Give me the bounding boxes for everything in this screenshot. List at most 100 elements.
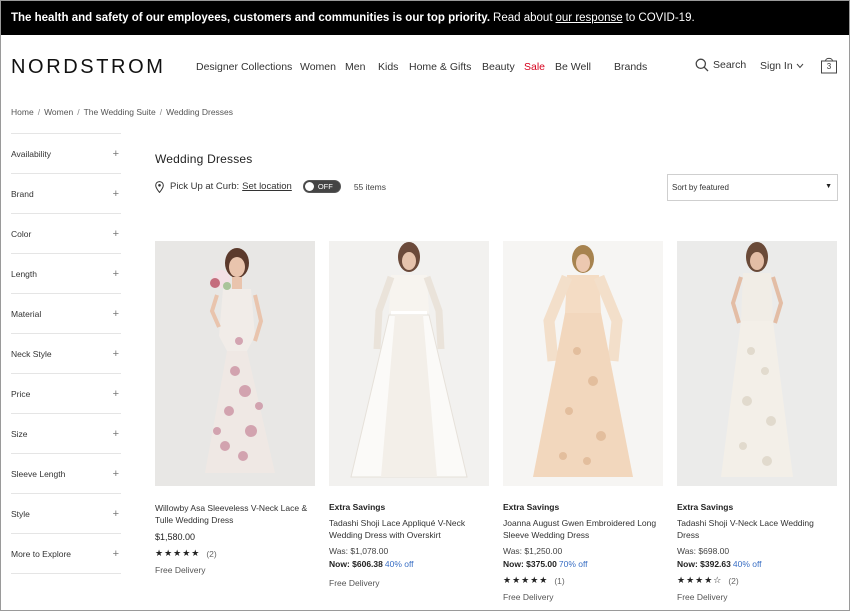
filter-label: Neck Style: [11, 348, 52, 359]
review-count[interactable]: (2): [728, 576, 738, 586]
plus-icon: +: [112, 307, 119, 320]
product-card[interactable]: Extra Savings Tadashi Shoji Lace Appliqu…: [329, 241, 489, 588]
product-rating: ★★★★★ (2): [155, 548, 315, 559]
product-price: $1,580.00: [155, 532, 196, 542]
filter-label: Color: [11, 228, 32, 239]
filter-sidebar: Availability + Brand + Color + Length + Mate…: [11, 133, 121, 574]
product-rating: ★★★★☆ (2): [677, 575, 837, 586]
filter-style[interactable]: Style +: [11, 494, 121, 534]
plus-icon: +: [112, 147, 119, 160]
nav-men[interactable]: Men: [345, 61, 365, 73]
shopping-bag-button[interactable]: 3: [820, 56, 838, 74]
nav-kids[interactable]: Kids: [378, 61, 398, 73]
now-price: Now: $606.38 40% off: [329, 559, 489, 569]
filter-length[interactable]: Length +: [11, 254, 121, 294]
filter-more-to-explore[interactable]: More to Explore +: [11, 534, 121, 574]
product-image[interactable]: [503, 241, 663, 486]
filter-material[interactable]: Material +: [11, 294, 121, 334]
bag-count: 3: [826, 62, 832, 71]
star-rating-icon: ★★★★☆: [677, 575, 723, 585]
plus-icon: +: [112, 267, 119, 280]
extra-savings-tag: Extra Savings: [503, 502, 560, 512]
pickup-label: Pick Up at Curb:: [170, 181, 240, 192]
product-name[interactable]: Willowby Asa Sleeveless V-Neck Lace & Tu…: [155, 502, 315, 526]
filter-color[interactable]: Color +: [11, 214, 121, 254]
now-price: Now: $375.00 70% off: [503, 559, 663, 569]
sort-label: Sort by featured: [672, 183, 729, 192]
star-rating-icon: ★★★★★: [155, 548, 201, 558]
location-pin-icon: [155, 180, 164, 193]
product-name[interactable]: Tadashi Shoji V-Neck Lace Wedding Dress: [677, 517, 837, 541]
product-rating: ★★★★★ (1): [503, 575, 663, 586]
now-price: Now: $392.63 40% off: [677, 559, 837, 569]
caret-down-icon: ▼: [825, 183, 832, 190]
sign-in-button[interactable]: Sign In: [760, 60, 804, 72]
product-name[interactable]: Tadashi Shoji Lace Appliqué V-Neck Weddi…: [329, 517, 489, 541]
plus-icon: +: [112, 227, 119, 240]
search-icon: [695, 58, 709, 72]
banner-message: The health and safety of our employees, …: [11, 12, 491, 24]
toggle-knob: [304, 182, 314, 191]
product-image[interactable]: [155, 241, 315, 486]
star-rating-icon: ★★★★★: [503, 575, 549, 585]
product-card[interactable]: Extra Savings Tadashi Shoji V-Neck Lace …: [677, 241, 837, 602]
breadcrumb: Home / Women / The Wedding Suite / Wedding Dre…: [11, 107, 234, 117]
product-image[interactable]: [329, 241, 489, 486]
filter-availability[interactable]: Availability +: [11, 134, 121, 174]
review-count[interactable]: (2): [206, 549, 216, 559]
product-image[interactable]: [677, 241, 837, 486]
set-location-link[interactable]: Set location: [242, 181, 292, 192]
filter-label: Brand: [11, 188, 34, 199]
plus-icon: +: [112, 187, 119, 200]
breadcrumb-wedding-suite[interactable]: The Wedding Suite: [84, 107, 156, 117]
nav-designer-collections[interactable]: Designer Collections: [196, 61, 292, 73]
breadcrumb-home[interactable]: Home: [11, 107, 34, 117]
nav-beauty[interactable]: Beauty: [482, 61, 515, 73]
product-card[interactable]: Willowby Asa Sleeveless V-Neck Lace & Tu…: [155, 241, 315, 575]
product-card[interactable]: Extra Savings Joanna August Gwen Embroid…: [503, 241, 663, 602]
breadcrumb-women[interactable]: Women: [44, 107, 73, 117]
page-title: Wedding Dresses: [155, 152, 253, 166]
banner-covid-text: to COVID-19.: [625, 12, 695, 24]
delivery-note: Free Delivery: [503, 592, 554, 602]
was-price: Was: $698.00: [677, 546, 730, 556]
filter-label: Sleeve Length: [11, 468, 66, 479]
filter-neck-style[interactable]: Neck Style +: [11, 334, 121, 374]
discount-percent: 40% off: [384, 559, 414, 569]
filter-label: Size: [11, 428, 28, 439]
filter-price[interactable]: Price +: [11, 374, 121, 414]
filter-label: More to Explore: [11, 548, 71, 559]
review-count[interactable]: (1): [554, 576, 564, 586]
plus-icon: +: [112, 387, 119, 400]
now-price-value: Now: $606.38: [329, 559, 383, 569]
nav-sale[interactable]: Sale: [524, 61, 545, 73]
nav-home-gifts[interactable]: Home & Gifts: [409, 61, 471, 73]
filter-sleeve-length[interactable]: Sleeve Length +: [11, 454, 121, 494]
plus-icon: +: [112, 347, 119, 360]
plus-icon: +: [112, 427, 119, 440]
chevron-down-icon: [796, 63, 804, 69]
banner-response-link[interactable]: our response: [556, 12, 623, 24]
search-button[interactable]: Search: [695, 58, 746, 72]
extra-savings-tag: Extra Savings: [329, 502, 386, 512]
sign-in-label: Sign In: [760, 60, 793, 72]
pickup-bar: Pick Up at Curb: Set location OFF 55 ite…: [155, 180, 386, 193]
nav-women[interactable]: Women: [300, 61, 336, 73]
pickup-toggle[interactable]: OFF: [302, 180, 341, 193]
filter-label: Availability: [11, 148, 52, 159]
banner-read-about: Read about: [493, 12, 553, 24]
filter-size[interactable]: Size +: [11, 414, 121, 454]
delivery-note: Free Delivery: [329, 578, 380, 588]
plus-icon: +: [112, 467, 119, 480]
delivery-note: Free Delivery: [677, 592, 728, 602]
page-frame: The health and safety of our employees, …: [0, 0, 850, 611]
nav-be-well[interactable]: Be Well: [555, 61, 591, 73]
product-name[interactable]: Joanna August Gwen Embroidered Long Slee…: [503, 517, 663, 541]
filter-brand[interactable]: Brand +: [11, 174, 121, 214]
discount-percent: 40% off: [732, 559, 762, 569]
now-price-value: Now: $375.00: [503, 559, 557, 569]
covid-banner: The health and safety of our employees, …: [1, 1, 849, 35]
nav-brands[interactable]: Brands: [614, 61, 647, 73]
sort-select[interactable]: Sort by featured ▼: [667, 174, 838, 201]
was-price: Was: $1,250.00: [503, 546, 563, 556]
